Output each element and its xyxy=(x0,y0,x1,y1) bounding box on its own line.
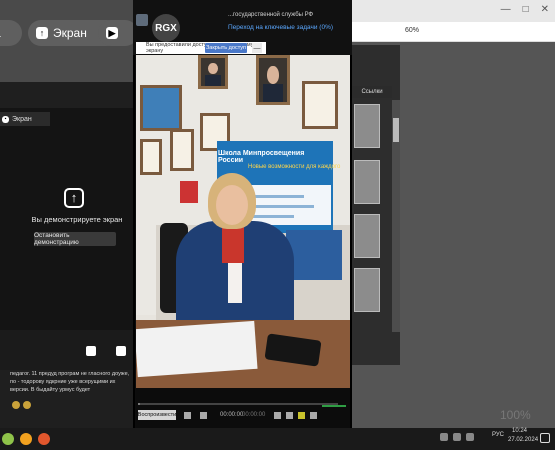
thumbnail-image[interactable] xyxy=(354,214,380,258)
chat-message: педагог. 11 предуд програм не гласного д… xyxy=(10,371,130,393)
player-bar xyxy=(136,388,350,428)
screen-share-label: Экран xyxy=(53,26,87,40)
desktop-screen: а ↑ Экран ▶ ▪ Экран ↑ Вы демонстрируете … xyxy=(0,0,555,450)
meeting-left-pill-label: а xyxy=(0,26,1,40)
video-icon[interactable] xyxy=(116,346,126,356)
arrow-up-icon: ↑ xyxy=(36,27,48,39)
clock-date[interactable]: 27.02.2024 xyxy=(508,437,538,443)
papers xyxy=(136,320,258,378)
close-icon[interactable]: ✕ xyxy=(541,4,549,15)
system-tray xyxy=(440,433,474,441)
volume-slider[interactable] xyxy=(322,405,346,407)
screen-tag-label: Экран xyxy=(12,115,32,123)
wall-certificate xyxy=(302,81,338,129)
blue-board xyxy=(286,230,342,280)
poster-title: Школа Минпросвещения России xyxy=(218,150,305,164)
folder-icon[interactable] xyxy=(136,14,148,26)
video-frame xyxy=(136,55,350,388)
capture-icon[interactable] xyxy=(298,412,305,419)
total-time: 00:00:00 xyxy=(242,412,266,418)
browser-toolbar xyxy=(350,22,555,42)
thumbnail-image[interactable] xyxy=(354,268,380,312)
sharing-status-text: Вы демонстрируете экран xyxy=(31,215,123,224)
zoom-percentage: 100% xyxy=(500,408,531,422)
notification-icon[interactable] xyxy=(540,433,550,443)
poster-slogan: Новые возможности для каждого xyxy=(248,164,341,170)
chevron-up-icon[interactable] xyxy=(440,433,448,441)
thumbnail-image[interactable] xyxy=(354,104,380,148)
speaker-scarf xyxy=(222,227,244,263)
pennant xyxy=(180,181,198,203)
share-upload-icon: ↑ xyxy=(64,188,84,208)
thumbnail-image[interactable] xyxy=(354,160,380,204)
video-link[interactable]: Переход на ключевые задачи (0%) xyxy=(228,24,333,31)
progress-bar[interactable] xyxy=(138,403,338,405)
progress-fill xyxy=(138,403,140,405)
camera-icon: ▶ xyxy=(106,27,118,39)
playlist-icon[interactable] xyxy=(274,412,281,419)
toolbar-icons xyxy=(136,14,148,26)
reaction-emoji-icon[interactable] xyxy=(23,401,31,409)
clock-time[interactable]: 10:24 xyxy=(512,428,527,434)
reaction-emoji-icon[interactable] xyxy=(12,401,20,409)
language-indicator[interactable]: РУС xyxy=(492,432,504,438)
speaker-face xyxy=(216,185,248,225)
screen-tag: ▪ Экран xyxy=(0,112,50,126)
wall-certificate xyxy=(170,129,194,171)
maximize-icon[interactable]: □ xyxy=(523,4,529,15)
scrollbar-thumb[interactable] xyxy=(393,118,399,142)
network-icon[interactable] xyxy=(453,433,461,441)
zoom-level[interactable]: 60% xyxy=(405,27,419,34)
volume-icon[interactable] xyxy=(466,433,474,441)
app-icon[interactable] xyxy=(20,433,32,445)
app-icon[interactable] xyxy=(38,433,50,445)
repeat-icon[interactable] xyxy=(286,412,293,419)
current-time: 00:00:00 xyxy=(220,412,244,418)
raise-hand-icon[interactable] xyxy=(86,346,96,356)
video-title: ...государственной службы РФ xyxy=(228,12,314,18)
wall-certificate xyxy=(140,139,162,175)
stop-icon[interactable] xyxy=(200,412,207,419)
portrait-frame xyxy=(256,55,290,105)
wall-photo xyxy=(140,85,182,131)
stop-sharing-button[interactable]: Остановить демонстрацию xyxy=(34,232,116,246)
minimize-icon[interactable]: — xyxy=(501,4,511,15)
portrait-frame xyxy=(198,55,228,89)
app-icon[interactable] xyxy=(2,433,14,445)
browser-titlebar: — □ ✕ xyxy=(350,0,555,22)
camera-button[interactable]: ▶ xyxy=(98,20,138,46)
close-access-button[interactable]: Закрыть доступ xyxy=(205,43,247,53)
screen-icon: ▪ xyxy=(2,115,9,123)
previous-icon[interactable] xyxy=(184,412,191,419)
chat-reactions xyxy=(12,401,31,409)
close-notice-icon[interactable]: — xyxy=(252,43,262,53)
rgx-badge[interactable]: RGX xyxy=(152,14,180,42)
settings-icon[interactable] xyxy=(310,412,317,419)
play-button[interactable]: Воспроизвести xyxy=(138,410,176,420)
links-tag[interactable]: Ссылки xyxy=(352,86,392,98)
